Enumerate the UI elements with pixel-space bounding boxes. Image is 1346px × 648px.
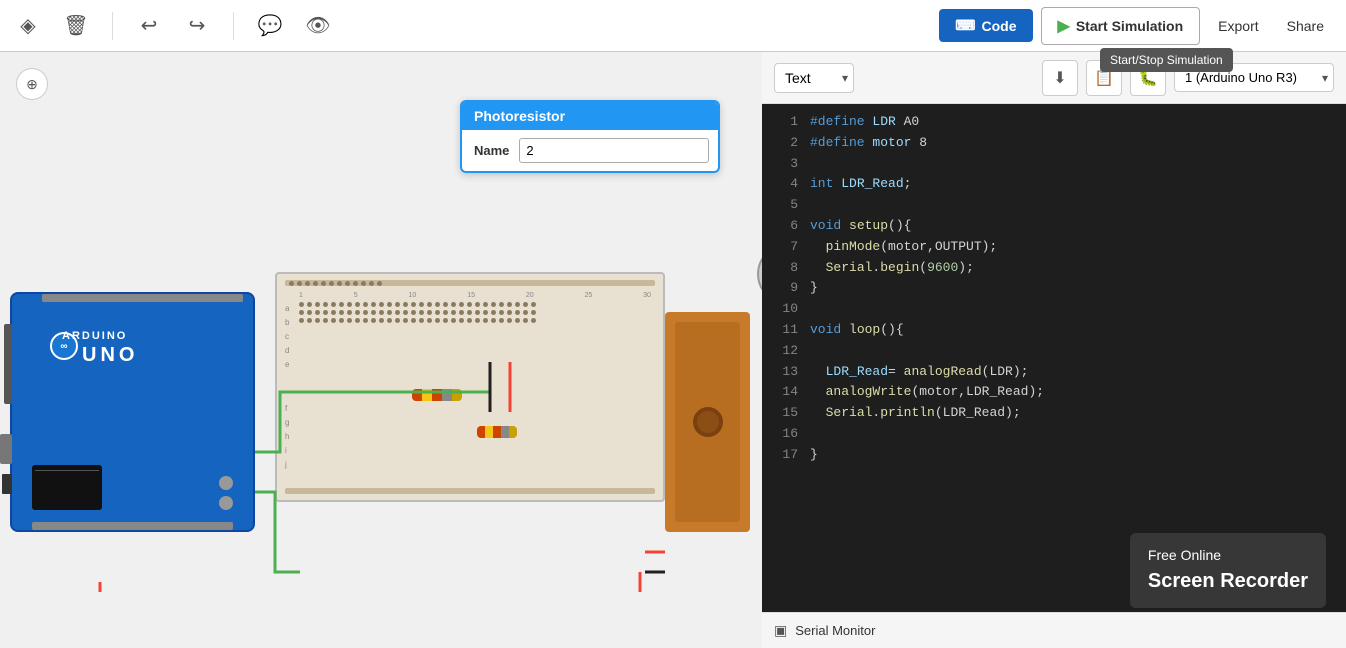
- shape-tool-icon[interactable]: ◈: [12, 10, 44, 42]
- motor-component: [665, 312, 750, 532]
- serial-monitor-bar[interactable]: ▣ Serial Monitor: [762, 612, 1346, 648]
- code-line-14: 14 analogWrite(motor,LDR_Read);: [762, 382, 1346, 403]
- code-line-5: 5: [762, 195, 1346, 216]
- arduino-uno-label: UNO: [82, 344, 138, 367]
- breadboard: abcde fghij 151015202530: [275, 272, 665, 502]
- redo-icon[interactable]: ↪: [181, 10, 213, 42]
- main-content: ⊕ Photoresistor Name ∞ ARDUINO UNO: [0, 52, 1346, 648]
- code-mode-select-wrapper: Text: [774, 63, 854, 93]
- resistor-2: [477, 426, 517, 438]
- code-editor[interactable]: 1 #define LDR A0 2 #define motor 8 3 4 i…: [762, 104, 1346, 612]
- simulate-button[interactable]: ▶ Start Simulation: [1041, 7, 1201, 45]
- code-line-16: 16: [762, 424, 1346, 445]
- code-line-10: 10: [762, 299, 1346, 320]
- photoresistor-name-label: Name: [474, 143, 509, 158]
- canvas-controls: ⊕: [16, 68, 48, 100]
- fit-view-button[interactable]: ⊕: [16, 68, 48, 100]
- photoresistor-name-input[interactable]: [519, 138, 709, 163]
- export-button[interactable]: Export: [1208, 12, 1268, 40]
- code-line-17: 17 }: [762, 445, 1346, 466]
- toolbar-separator: [112, 12, 113, 40]
- serial-monitor-icon: ▣: [774, 622, 787, 639]
- arduino-board: ∞ ARDUINO UNO: [10, 292, 255, 532]
- code-header: Text ⬇ 📋 🐛 1 (Arduino Uno R3): [762, 52, 1346, 104]
- code-line-8: 8 Serial.begin(9600);: [762, 258, 1346, 279]
- photoresistor-popup-body: Name: [462, 130, 718, 171]
- code-line-12: 12: [762, 341, 1346, 362]
- code-line-3: 3: [762, 154, 1346, 175]
- code-line-13: 13 LDR_Read= analogRead(LDR);: [762, 362, 1346, 383]
- code-line-11: 11 void loop(){: [762, 320, 1346, 341]
- view-icon[interactable]: 👁: [302, 10, 334, 42]
- code-line-9: 9 }: [762, 278, 1346, 299]
- photoresistor-popup: Photoresistor Name: [460, 100, 720, 173]
- canvas-area[interactable]: ⊕ Photoresistor Name ∞ ARDUINO UNO: [0, 52, 762, 648]
- code-icon: ⌨: [955, 17, 975, 34]
- comment-icon[interactable]: 💬: [254, 10, 286, 42]
- code-line-4: 4 int LDR_Read;: [762, 174, 1346, 195]
- code-line-1: 1 #define LDR A0: [762, 112, 1346, 133]
- code-panel: Text ⬇ 📋 🐛 1 (Arduino Uno R3) 1 #define …: [762, 52, 1346, 648]
- code-button[interactable]: ⌨ Code: [939, 9, 1032, 42]
- download-button[interactable]: ⬇: [1042, 60, 1078, 96]
- share-button[interactable]: Share: [1277, 12, 1334, 40]
- code-mode-select[interactable]: Text: [774, 63, 854, 93]
- resistor-1: [412, 389, 462, 401]
- simulate-button-label: Start Simulation: [1076, 18, 1183, 34]
- undo-icon[interactable]: ↩: [133, 10, 165, 42]
- code-line-6: 6 void setup(){: [762, 216, 1346, 237]
- toolbar-separator-2: [233, 12, 234, 40]
- photoresistor-popup-header: Photoresistor: [462, 102, 718, 130]
- arduino-label: ARDUINO: [62, 330, 127, 342]
- photoresistor-component[interactable]: [757, 244, 762, 304]
- code-line-15: 15 Serial.println(LDR_Read);: [762, 403, 1346, 424]
- serial-monitor-label: Serial Monitor: [795, 623, 875, 638]
- simulate-tooltip: Start/Stop Simulation: [1100, 48, 1233, 72]
- circuit-container: ∞ ARDUINO UNO: [0, 192, 760, 592]
- toolbar-right: ⌨ Code ▶ Start Simulation Export Share: [939, 7, 1334, 45]
- play-icon: ▶: [1058, 16, 1070, 36]
- code-button-label: Code: [982, 18, 1017, 34]
- delete-icon[interactable]: 🗑: [60, 10, 92, 42]
- code-line-2: 2 #define motor 8: [762, 133, 1346, 154]
- code-line-7: 7 pinMode(motor,OUTPUT);: [762, 237, 1346, 258]
- toolbar: ◈ 🗑 ↩ ↪ 💬 👁 ⌨ Code ▶ Start Simulation Ex…: [0, 0, 1346, 52]
